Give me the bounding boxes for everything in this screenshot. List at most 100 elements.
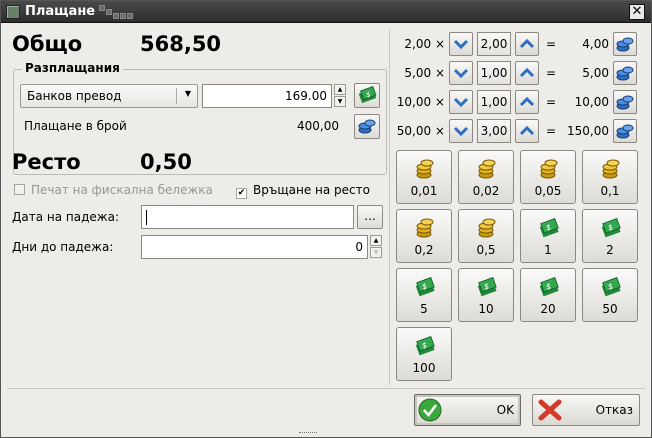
denomination-value: 2 xyxy=(606,243,614,257)
svg-text:$: $ xyxy=(546,223,551,232)
svg-text:$: $ xyxy=(422,282,427,291)
print-receipt-label: Печат на фискална бележка xyxy=(31,183,213,197)
coins-icon xyxy=(540,159,558,179)
due-days-input[interactable]: 0 xyxy=(141,235,368,259)
denomination-value: 50 xyxy=(602,302,618,316)
spin-up-button[interactable]: ▲ xyxy=(334,84,346,95)
denomination-button[interactable]: $100 xyxy=(396,327,452,381)
increase-button[interactable] xyxy=(515,61,539,85)
denomination-value: 5 xyxy=(420,302,428,316)
print-receipt-checkbox[interactable]: Печат на фискална бележка xyxy=(14,183,213,197)
denomination-label: 2,00 × xyxy=(404,37,445,51)
coins-button[interactable] xyxy=(613,119,637,143)
cash-payment-value: 400,00 xyxy=(297,119,339,133)
increase-button[interactable] xyxy=(515,90,539,114)
chevron-up-icon xyxy=(519,125,535,136)
equals-sign: = xyxy=(546,124,557,138)
denomination-value: 20 xyxy=(540,302,556,316)
decrease-button[interactable] xyxy=(449,61,473,85)
denomination-label: 50,00 × xyxy=(396,124,445,138)
window-title: Плащане xyxy=(25,4,96,19)
svg-text:$: $ xyxy=(422,341,427,350)
coins-button[interactable] xyxy=(613,32,637,56)
denomination-label: 5,00 × xyxy=(404,66,445,80)
coins-icon xyxy=(602,159,620,179)
denomination-button[interactable]: $10 xyxy=(458,268,514,322)
denomination-button[interactable]: $50 xyxy=(582,268,638,322)
change-value: 0,50 xyxy=(140,150,192,174)
subtotal-value: 150,00 xyxy=(567,124,609,138)
svg-text:$: $ xyxy=(546,282,551,291)
denomination-value: 10 xyxy=(478,302,494,316)
payment-amount-input[interactable]: 169.00 xyxy=(202,84,332,108)
spin-up-button[interactable]: ▲ xyxy=(370,235,382,246)
decrease-button[interactable] xyxy=(449,32,473,56)
chevron-down-icon xyxy=(453,97,469,108)
payment-panel: Общо 568,50 Разплащания Банков превод ▼ … xyxy=(8,30,388,385)
payment-method-select[interactable]: Банков превод ▼ xyxy=(20,84,198,108)
equals-sign: = xyxy=(546,37,557,51)
text-caret xyxy=(146,210,147,225)
coins-icon xyxy=(478,218,496,238)
denomination-button[interactable]: 0,1 xyxy=(582,150,638,204)
window-icon xyxy=(6,5,20,19)
denomination-button[interactable]: 0,01 xyxy=(396,150,452,204)
coins-icon xyxy=(616,37,634,52)
coins-icon xyxy=(416,159,434,179)
title-bar[interactable]: Плащане ✕ xyxy=(1,1,651,23)
coins-icon xyxy=(616,95,634,110)
increase-button[interactable] xyxy=(515,119,539,143)
quantity-field[interactable]: 1,00 xyxy=(477,61,511,85)
coins-button[interactable] xyxy=(613,61,637,85)
denomination-button[interactable]: $1 xyxy=(520,209,576,263)
quantity-field[interactable]: 2,00 xyxy=(477,32,511,56)
due-date-label: Дата на падежа: xyxy=(12,210,119,224)
add-payment-button[interactable]: $ xyxy=(354,83,380,108)
days-spinner[interactable]: ▲ ▼ xyxy=(370,235,384,259)
coins-icon xyxy=(616,66,634,81)
svg-text:$: $ xyxy=(366,91,370,99)
decrease-button[interactable] xyxy=(449,119,473,143)
combo-separator xyxy=(176,88,177,104)
denomination-value: 100 xyxy=(412,361,436,375)
ok-button[interactable]: OK xyxy=(414,394,521,426)
cash-coins-button[interactable] xyxy=(354,114,380,139)
denomination-button[interactable]: 0,5 xyxy=(458,209,514,263)
due-days-label: Дни до падежа: xyxy=(12,240,114,254)
quantity-field[interactable]: 1,00 xyxy=(477,90,511,114)
coins-icon xyxy=(358,119,376,134)
payment-amount-value: 169.00 xyxy=(285,89,327,103)
denomination-button[interactable]: $5 xyxy=(396,268,452,322)
denomination-button[interactable]: 0,02 xyxy=(458,150,514,204)
spin-down-button[interactable]: ▼ xyxy=(370,247,382,258)
increase-button[interactable] xyxy=(515,32,539,56)
cancel-button[interactable]: Отказ xyxy=(532,394,640,426)
quantity-field[interactable]: 3,00 xyxy=(477,119,511,143)
denomination-button[interactable]: 0,2 xyxy=(396,209,452,263)
ok-label: OK xyxy=(496,403,514,417)
close-button[interactable]: ✕ xyxy=(629,4,645,20)
coins-icon xyxy=(616,124,634,139)
return-change-checkbox[interactable]: ✔ Връщане на ресто xyxy=(236,183,370,199)
check-icon[interactable]: ✔ xyxy=(236,188,247,199)
cash-payment-label: Плащане в брой xyxy=(24,119,127,133)
check-circle-icon xyxy=(418,398,442,422)
due-date-input[interactable] xyxy=(141,205,354,229)
denomination-button[interactable]: 0,05 xyxy=(520,150,576,204)
denomination-button[interactable]: $2 xyxy=(582,209,638,263)
denomination-button[interactable]: $20 xyxy=(520,268,576,322)
total-value: 568,50 xyxy=(140,32,222,56)
svg-text:$: $ xyxy=(608,282,613,291)
denomination-value: 0,05 xyxy=(534,184,562,198)
spin-down-button[interactable]: ▼ xyxy=(334,96,346,107)
resize-grip[interactable] xyxy=(299,432,317,437)
banknote-icon: $ xyxy=(601,277,621,297)
banknote-icon: $ xyxy=(539,218,559,238)
decrease-button[interactable] xyxy=(449,90,473,114)
amount-spinner[interactable]: ▲ ▼ xyxy=(334,84,348,108)
date-picker-button[interactable]: ... xyxy=(357,205,383,229)
checkbox-box[interactable] xyxy=(14,184,25,195)
coins-button[interactable] xyxy=(613,90,637,114)
denomination-value: 0,2 xyxy=(414,243,434,257)
multiplier-row: 2,00 × 2,00 = 4,00 xyxy=(393,31,643,57)
